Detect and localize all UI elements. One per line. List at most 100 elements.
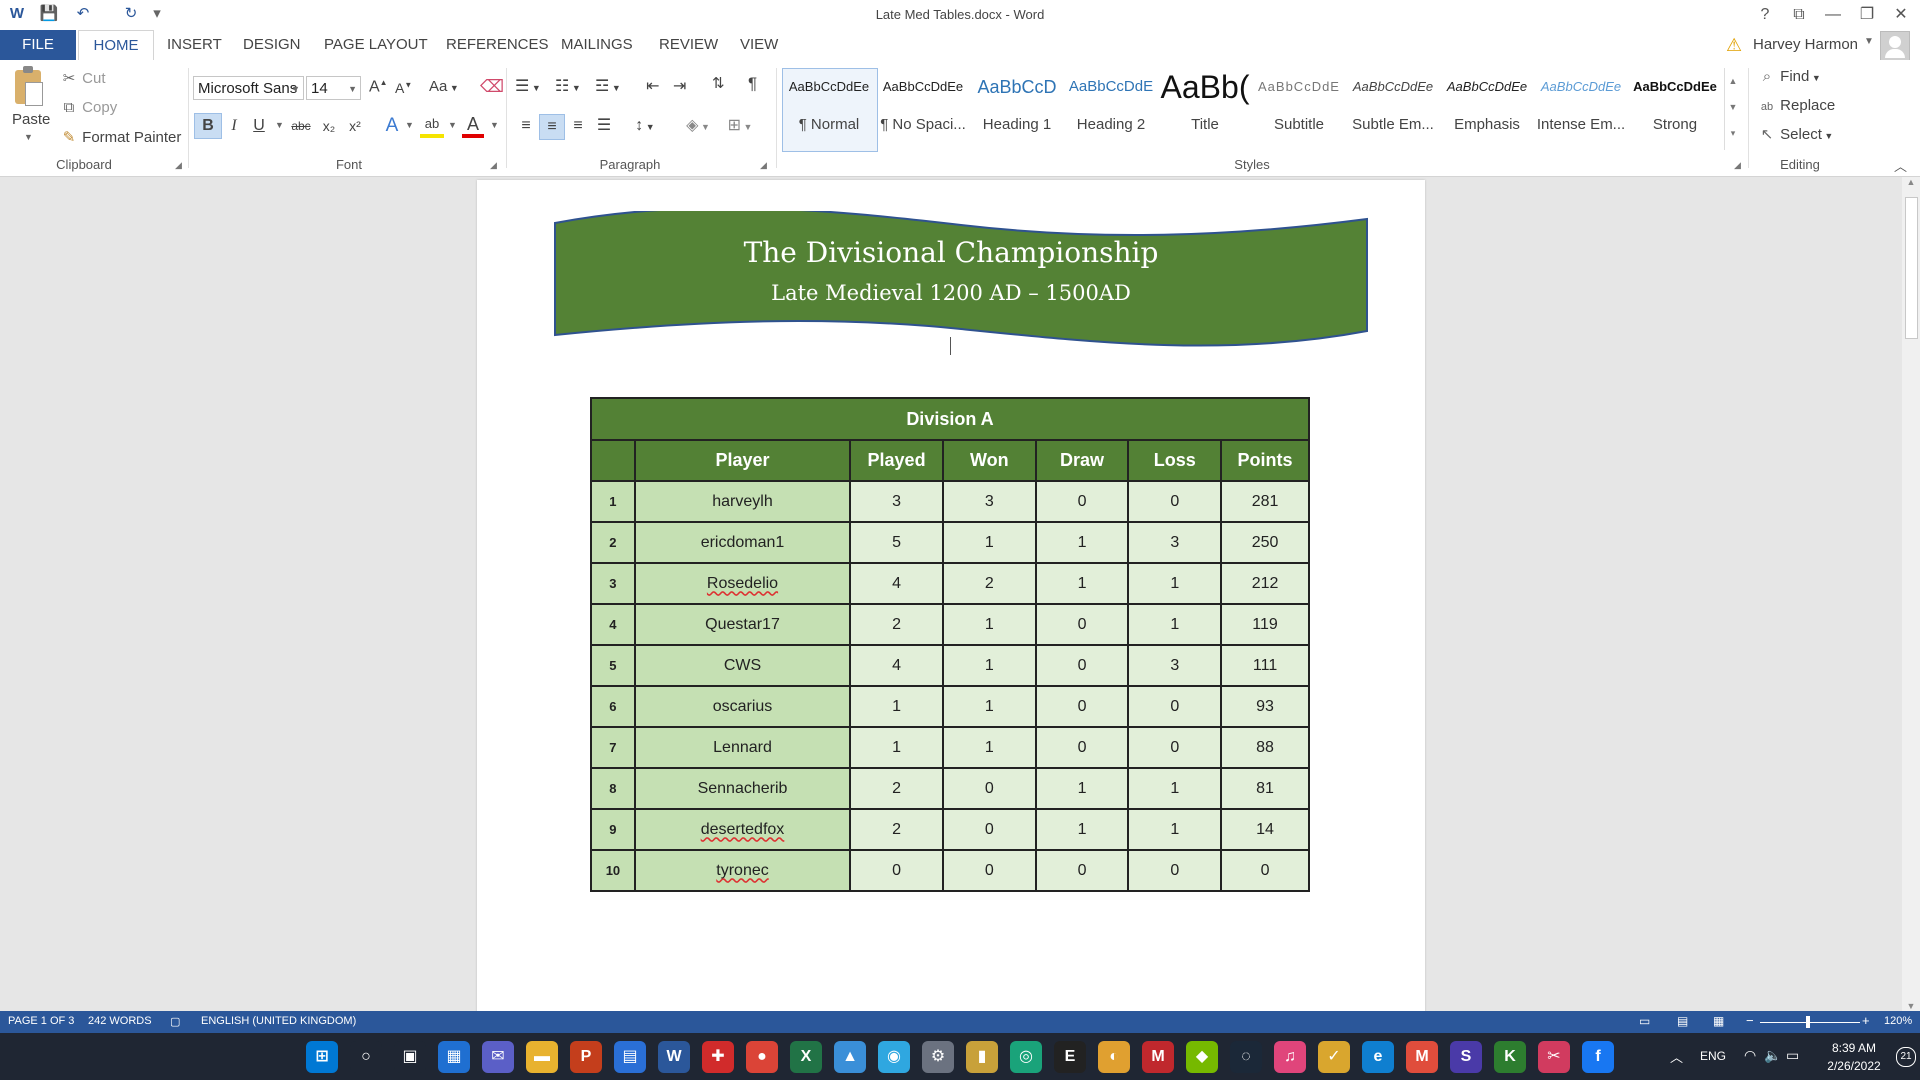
played-cell[interactable]: 2	[849, 808, 944, 851]
won-cell[interactable]: 1	[941, 603, 1037, 646]
tab-file[interactable]: FILE	[0, 30, 76, 60]
replace-button[interactable]: ab Replace	[1758, 97, 1835, 114]
notes-icon[interactable]: ▮	[966, 1041, 998, 1073]
music-icon[interactable]: ♫	[1274, 1041, 1306, 1073]
loss-cell[interactable]: 1	[1127, 562, 1223, 605]
file-explorer-icon[interactable]: ▬	[526, 1041, 558, 1073]
row-position[interactable]: 8	[590, 767, 636, 810]
epic-games-icon[interactable]: E	[1054, 1041, 1086, 1073]
account-dropdown-icon[interactable]: ▼	[1864, 36, 1874, 47]
print-layout-icon[interactable]: ▤	[1677, 1014, 1688, 1028]
wifi-icon[interactable]: ◠	[1744, 1047, 1756, 1064]
italic-button[interactable]: I	[224, 114, 244, 138]
word-icon[interactable]: W	[658, 1041, 690, 1073]
loss-cell[interactable]: 1	[1127, 808, 1223, 851]
player-cell[interactable]: CWS	[633, 644, 852, 687]
won-cell[interactable]: 1	[941, 521, 1037, 564]
style-heading-2[interactable]: AaBbCcDdE Heading 2	[1065, 68, 1157, 146]
played-cell[interactable]: 2	[849, 767, 944, 810]
align-right-icon[interactable]: ≡	[567, 114, 589, 138]
facebook-icon[interactable]: f	[1582, 1041, 1614, 1073]
row-position[interactable]: 3	[590, 562, 636, 605]
won-cell[interactable]: 1	[941, 726, 1037, 769]
points-cell[interactable]: 14	[1220, 808, 1310, 851]
avatar[interactable]	[1880, 31, 1910, 61]
paste-dropdown-icon[interactable]: ▼	[24, 132, 33, 142]
points-cell[interactable]: 119	[1220, 603, 1310, 646]
row-position[interactable]: 2	[590, 521, 636, 564]
clock-time[interactable]: 8:39 AM	[1819, 1041, 1889, 1055]
points-cell[interactable]: 88	[1220, 726, 1310, 769]
played-cell[interactable]: 0	[849, 849, 944, 892]
draw-cell[interactable]: 0	[1034, 685, 1130, 728]
played-cell[interactable]: 3	[849, 480, 944, 523]
won-cell[interactable]: 1	[941, 644, 1037, 687]
player-cell[interactable]: Questar17	[633, 603, 852, 646]
loss-cell[interactable]: 3	[1127, 521, 1223, 564]
format-painter-button[interactable]: ✎ Format Painter	[60, 128, 182, 146]
won-cell[interactable]: 0	[941, 808, 1037, 851]
start-icon[interactable]: ⊞	[306, 1041, 338, 1073]
language-indicator[interactable]: ENGLISH (UNITED KINGDOM)	[201, 1015, 356, 1027]
snip-icon[interactable]: ✂	[1538, 1041, 1570, 1073]
style-subtitle[interactable]: AaBbCcDdE Subtitle	[1253, 68, 1345, 146]
numbering-icon[interactable]: ☷ ▼	[555, 76, 581, 96]
search-icon[interactable]: ○	[350, 1041, 382, 1073]
player-cell[interactable]: Sennacherib	[633, 767, 852, 810]
row-position[interactable]: 9	[590, 808, 636, 851]
won-cell[interactable]: 2	[941, 562, 1037, 605]
style-normal[interactable]: AaBbCcDdEe ¶ Normal	[783, 68, 875, 146]
tab-page-layout[interactable]: PAGE LAYOUT	[322, 30, 430, 60]
tab-view[interactable]: VIEW	[738, 30, 780, 60]
loss-cell[interactable]: 1	[1127, 767, 1223, 810]
style-title[interactable]: AaBb(Title	[1159, 68, 1251, 146]
subscript-button[interactable]: x₂	[318, 114, 340, 138]
style-intense-emphasis[interactable]: AaBbCcDdEe Intense Em...	[1535, 68, 1627, 146]
paste-button[interactable]: Paste	[12, 111, 50, 128]
ribbon-display-options-button[interactable]: ⧉	[1784, 2, 1814, 28]
tab-home[interactable]: HOME	[78, 30, 154, 61]
strikethrough-button[interactable]: abc	[288, 114, 314, 138]
played-cell[interactable]: 4	[849, 562, 944, 605]
chevron-up-icon[interactable]: ▲	[1902, 177, 1920, 187]
loss-cell[interactable]: 1	[1127, 603, 1223, 646]
played-cell[interactable]: 4	[849, 644, 944, 687]
points-cell[interactable]: 281	[1220, 480, 1310, 523]
won-cell[interactable]: 0	[941, 849, 1037, 892]
row-position[interactable]: 7	[590, 726, 636, 769]
account-name[interactable]: Harvey Harmon	[1753, 36, 1858, 53]
points-cell[interactable]: 250	[1220, 521, 1310, 564]
points-cell[interactable]: 0	[1220, 849, 1310, 892]
vertical-scrollbar[interactable]: ▲ ▼	[1902, 177, 1920, 1011]
points-cell[interactable]: 111	[1220, 644, 1310, 687]
clipboard-launcher-icon[interactable]: ◢	[175, 160, 182, 171]
row-position[interactable]: 1	[590, 480, 636, 523]
row-position[interactable]: 5	[590, 644, 636, 687]
chevron-down-icon[interactable]: ▼	[1725, 94, 1741, 120]
maximize-button[interactable]: ❐	[1852, 2, 1882, 28]
underline-button[interactable]: U	[249, 114, 269, 138]
store-icon[interactable]: ▤	[614, 1041, 646, 1073]
styles-scroll[interactable]: ▲ ▼ ▾	[1724, 68, 1741, 150]
change-case-button[interactable]: Aa ▼	[429, 78, 459, 95]
volume-icon[interactable]: 🔈	[1764, 1047, 1781, 1064]
excel-icon[interactable]: X	[790, 1041, 822, 1073]
player-cell[interactable]: oscarius	[633, 685, 852, 728]
app-icon[interactable]: ◎	[1010, 1041, 1042, 1073]
draw-cell[interactable]: 1	[1034, 767, 1130, 810]
player-cell[interactable]: desertedfox	[633, 808, 852, 851]
justify-icon[interactable]: ☰	[593, 114, 615, 138]
font-color-dropdown-icon[interactable]: ▼	[490, 120, 499, 130]
draw-cell[interactable]: 1	[1034, 562, 1130, 605]
m-app-icon[interactable]: M	[1142, 1041, 1174, 1073]
word-count[interactable]: 242 WORDS	[88, 1015, 152, 1027]
style-strong[interactable]: AaBbCcDdEe Strong	[1629, 68, 1721, 146]
loss-cell[interactable]: 0	[1127, 480, 1223, 523]
minimize-button[interactable]: —	[1818, 2, 1848, 28]
text-effects-dropdown-icon[interactable]: ▼	[405, 120, 414, 130]
style-subtle-emphasis[interactable]: AaBbCcDdEe Subtle Em...	[1347, 68, 1439, 146]
tab-insert[interactable]: INSERT	[165, 30, 224, 60]
k-app-icon[interactable]: K	[1494, 1041, 1526, 1073]
close-button[interactable]: ✕	[1886, 2, 1916, 28]
row-position[interactable]: 4	[590, 603, 636, 646]
